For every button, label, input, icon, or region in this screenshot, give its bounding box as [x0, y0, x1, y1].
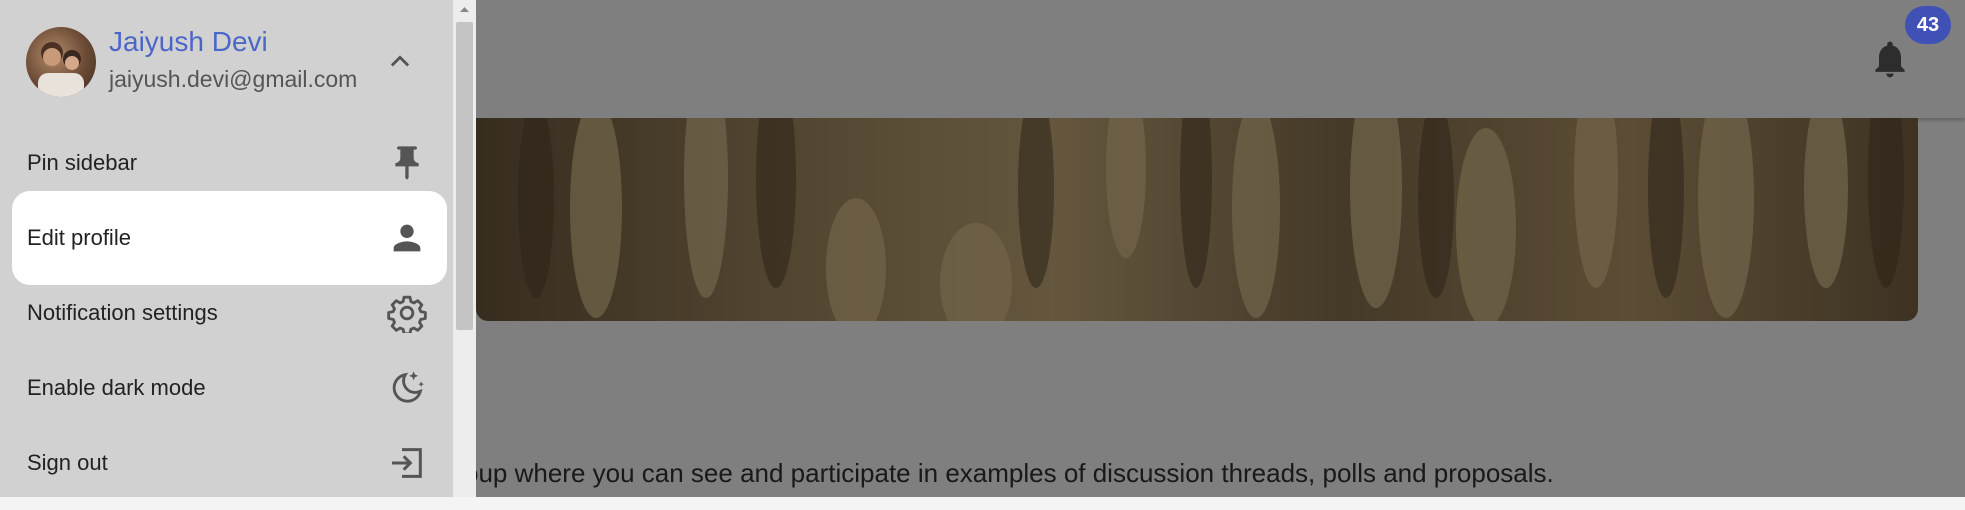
user-name: Jaiyush Devi	[109, 26, 268, 57]
gear-icon	[387, 295, 427, 333]
scroll-up-arrow-icon[interactable]	[453, 0, 476, 20]
scrollbar-thumb[interactable]	[456, 22, 473, 330]
sidebar-scrollbar[interactable]	[453, 0, 476, 497]
moon-icon	[392, 371, 424, 403]
pin-icon	[395, 146, 419, 180]
menu-item-label: Enable dark mode	[27, 375, 206, 400]
menu-item-label: Edit profile	[27, 225, 131, 250]
menu-item-label: Pin sidebar	[27, 150, 138, 175]
person-icon	[393, 224, 421, 252]
user-email: jaiyush.devi@gmail.com	[109, 66, 358, 92]
notification-count-badge: 43	[1905, 6, 1951, 44]
menu-item-label: Sign out	[27, 450, 108, 475]
user-sidebar: Jaiyush Devi jaiyush.devi@gmail.com Pin …	[0, 0, 476, 497]
menu-item-sign-out[interactable]: Sign out	[12, 416, 447, 510]
chevron-up-icon[interactable]	[384, 48, 416, 76]
menu-item-label: Notification settings	[27, 300, 218, 325]
user-header[interactable]: Jaiyush Devi jaiyush.devi@gmail.com	[0, 0, 453, 126]
sign-out-icon	[392, 448, 422, 478]
avatar	[26, 27, 96, 97]
